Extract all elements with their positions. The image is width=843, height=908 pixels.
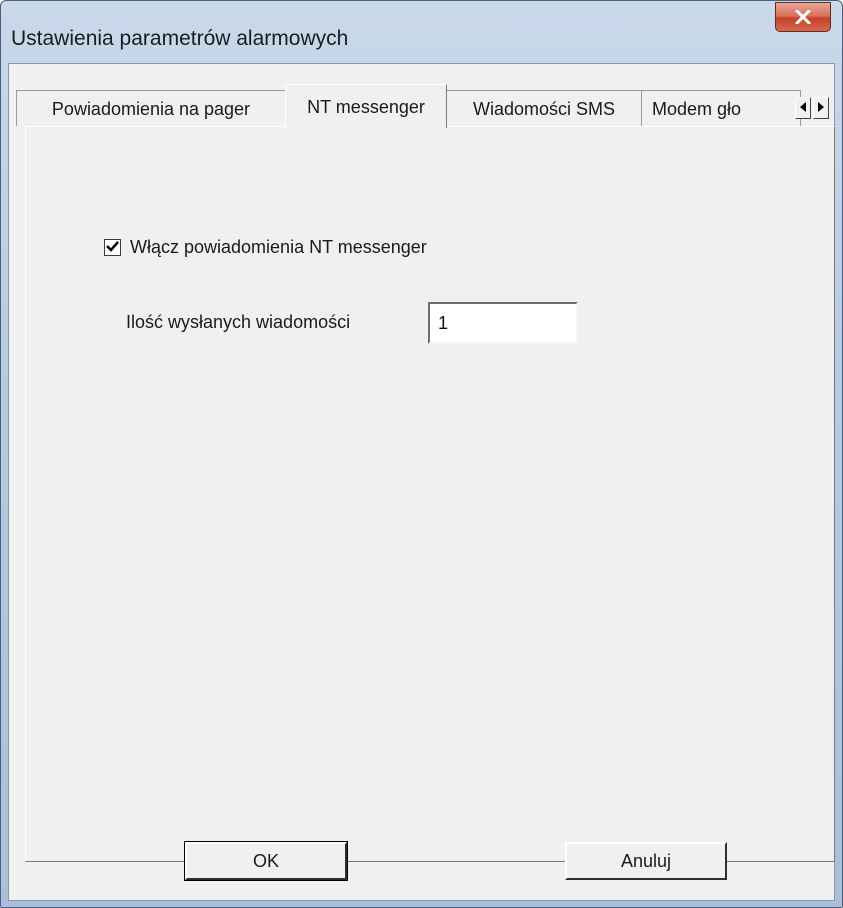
title-bar[interactable]: Ustawienia parametrów alarmowych — [1, 1, 842, 63]
message-count-label: Ilość wysłanych wiadomości — [126, 312, 351, 332]
cancel-button[interactable]: Anuluj — [565, 842, 727, 880]
dialog-body: Powiadomienia na pager NT messenger Wiad… — [8, 63, 835, 901]
close-icon — [795, 10, 811, 24]
tab-pager[interactable]: Powiadomienia na pager — [16, 90, 286, 126]
tab-scroll-left-button[interactable] — [795, 97, 811, 119]
tab-panel: Włącz powiadomienia NT messenger Ilość w… — [25, 126, 835, 862]
tab-label: Powiadomienia na pager — [51, 99, 251, 119]
arrow-right-icon — [818, 99, 824, 117]
tab-voice-modem[interactable]: Modem gło — [641, 90, 801, 126]
enable-notifications-label[interactable]: Włącz powiadomienia NT messenger — [130, 237, 427, 258]
tab-label: Wiadomości SMS — [472, 99, 616, 119]
message-count-input[interactable] — [428, 302, 578, 344]
tab-nt-messenger[interactable]: NT messenger — [285, 84, 447, 128]
tab-scroll-right-button[interactable] — [813, 97, 829, 119]
tab-label: Modem gło — [652, 99, 742, 119]
arrow-left-icon — [800, 99, 806, 117]
checkmark-icon — [106, 239, 119, 257]
tab-sms[interactable]: Wiadomości SMS — [446, 90, 642, 126]
tab-scroll-arrows — [795, 97, 829, 119]
close-button[interactable] — [775, 2, 831, 32]
ok-button-label: OK — [252, 850, 279, 871]
cancel-button-label: Anuluj — [620, 850, 672, 871]
dialog-window: Ustawienia parametrów alarmowych Powiado… — [0, 0, 843, 908]
tab-label: NT messenger — [307, 97, 425, 117]
ok-button[interactable]: OK — [185, 842, 347, 880]
window-title: Ustawienia parametrów alarmowych — [11, 27, 349, 50]
enable-notifications-checkbox[interactable] — [104, 239, 121, 256]
